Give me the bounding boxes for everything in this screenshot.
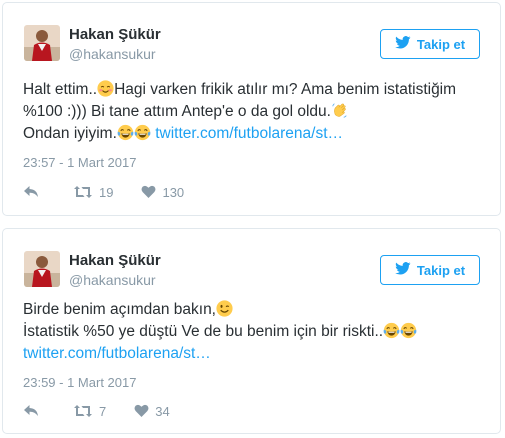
tweet-timestamp[interactable]: 23:57 - 1 Mart 2017: [23, 155, 136, 170]
face-with-tears-of-joy-icon: [117, 124, 134, 141]
reply-icon: [23, 185, 39, 199]
follow-label: Takip et: [416, 262, 466, 278]
waving-hand-icon: [331, 102, 348, 119]
reply-button[interactable]: [23, 404, 39, 418]
twitter-bird-icon: [395, 262, 411, 278]
tweet-actions: 7 34: [23, 402, 170, 420]
tweet-text-line: İstatistik %50 ye düştü Ve de bu benim i…: [23, 323, 384, 340]
avatar[interactable]: [24, 25, 60, 61]
face-with-tears-of-joy-icon: [400, 322, 417, 339]
tweet-timestamp[interactable]: 23:59 - 1 Mart 2017: [23, 375, 136, 390]
tweet-actions: 19 130: [23, 183, 184, 201]
tweet-card: Hakan Şükür @hakansukur Takip et Birde b…: [2, 228, 501, 434]
display-name[interactable]: Hakan Şükür: [69, 252, 161, 269]
avatar[interactable]: [24, 251, 60, 287]
follow-button[interactable]: Takip et: [380, 255, 480, 285]
username[interactable]: @hakansukur: [69, 272, 156, 288]
like-count: 130: [162, 184, 185, 200]
follow-button[interactable]: Takip et: [380, 29, 480, 59]
tweet-text: Halt ettim.. Hagi varken frikik atılır mı…: [23, 79, 486, 145]
tweet-text-line: Birde benim açımdan bakın,: [23, 301, 216, 318]
tweet-link[interactable]: twitter.com/futbolarena/st…: [23, 345, 211, 362]
face-with-tears-of-joy-icon: [383, 322, 400, 339]
like-button[interactable]: 130: [141, 185, 184, 200]
tweet-card: Hakan Şükür @hakansukur Takip et Halt et…: [2, 2, 501, 216]
retweet-button[interactable]: 19: [73, 185, 113, 200]
tweet-text-line: Halt ettim..: [23, 81, 98, 98]
twitter-bird-icon: [395, 36, 411, 52]
reply-button[interactable]: [23, 185, 39, 199]
display-name[interactable]: Hakan Şükür: [69, 26, 161, 43]
retweet-button[interactable]: 7: [73, 404, 106, 419]
like-button[interactable]: 34: [134, 403, 170, 419]
retweet-count: 19: [99, 184, 114, 200]
like-count: 34: [155, 403, 170, 419]
retweet-icon: [73, 185, 93, 199]
tweet-text-line: Ondan iyiyim.: [23, 125, 117, 142]
follow-label: Takip et: [416, 36, 466, 52]
reply-icon: [23, 404, 39, 418]
heart-icon: [141, 185, 156, 199]
username[interactable]: @hakansukur: [69, 46, 156, 62]
tweet-link[interactable]: twitter.com/futbolarena/st…: [155, 125, 343, 142]
retweet-count: 7: [99, 403, 107, 419]
face-with-tears-of-joy-icon: [134, 124, 151, 141]
winking-face-icon: [216, 300, 233, 317]
smiling-face-with-smiling-eyes-icon: [97, 80, 114, 97]
tweet-text: Birde benim açımdan bakın, İstatistik %5…: [23, 299, 486, 365]
heart-icon: [134, 404, 149, 418]
retweet-icon: [73, 404, 93, 418]
